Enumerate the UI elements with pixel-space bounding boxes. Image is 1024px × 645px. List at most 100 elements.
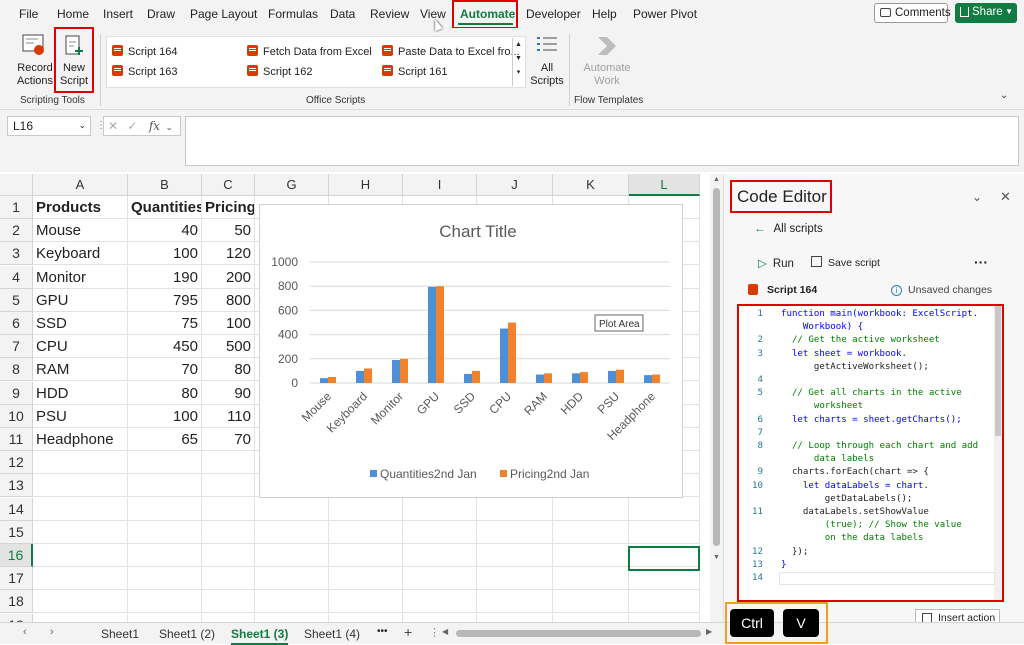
chart[interactable]: Chart Title 0 200 400 600 800 1000 Mouse Keyboar… <box>259 204 683 498</box>
cell[interactable] <box>202 520 255 544</box>
code-line[interactable]: on the data labels <box>781 532 924 545</box>
row-header-3[interactable]: 3 <box>0 242 33 266</box>
cell[interactable] <box>329 497 403 521</box>
code-line[interactable]: let sheet = workbook. <box>781 348 907 361</box>
cell[interactable] <box>128 590 202 614</box>
data-cell[interactable]: 120 <box>202 242 255 266</box>
chevron-right-icon[interactable]: ▶ <box>706 627 712 636</box>
col-header-g[interactable]: G <box>255 174 329 196</box>
tab-help[interactable]: Help <box>592 7 617 21</box>
data-cell[interactable]: 800 <box>202 288 255 312</box>
cell[interactable] <box>255 567 329 591</box>
data-cell[interactable]: 795 <box>128 288 202 312</box>
script-item-162[interactable]: Script 162 <box>247 65 313 78</box>
cell[interactable] <box>33 451 128 475</box>
header-cell[interactable]: Products <box>33 196 128 219</box>
data-cell[interactable]: 450 <box>128 335 202 359</box>
code-line[interactable]: data labels <box>781 453 874 466</box>
row-header-11[interactable]: 11 <box>0 428 33 451</box>
code-line[interactable]: // Loop through each chart and add <box>781 440 978 453</box>
cell[interactable] <box>403 520 477 544</box>
chevron-left-icon[interactable]: ◀ <box>442 627 448 636</box>
data-cell[interactable]: SSD <box>33 312 128 335</box>
name-box[interactable]: L16 ⌄ <box>7 116 91 136</box>
code-line[interactable]: getDataLabels(); <box>781 493 913 506</box>
select-all-corner[interactable] <box>0 174 33 196</box>
data-cell[interactable]: 90 <box>202 381 255 405</box>
tab-data[interactable]: Data <box>330 7 355 21</box>
data-cell[interactable]: 100 <box>128 404 202 428</box>
code-line[interactable]: // Get all charts in the active <box>781 387 962 400</box>
col-header-k[interactable]: K <box>553 174 629 196</box>
row-header-8[interactable]: 8 <box>0 358 33 382</box>
scroll-up-icon[interactable]: ▲ <box>713 176 720 183</box>
col-header-h[interactable]: H <box>329 174 403 196</box>
scroll-thumb[interactable] <box>713 188 720 546</box>
chevron-down-icon[interactable]: ▼ <box>513 52 524 66</box>
code-scroll-thumb[interactable] <box>995 306 1001 436</box>
cell[interactable] <box>202 567 255 591</box>
col-header-b[interactable]: B <box>128 174 202 196</box>
record-actions-button[interactable]: Record Actions <box>14 32 54 90</box>
cell[interactable] <box>33 497 128 521</box>
code-line[interactable]: Workbook) { <box>781 321 863 334</box>
tab-page-layout[interactable]: Page Layout <box>190 7 257 21</box>
data-cell[interactable]: RAM <box>33 358 128 382</box>
chevron-down-icon[interactable]: ⌄ <box>972 190 982 204</box>
row-header-1[interactable]: 1 <box>0 196 33 219</box>
cell[interactable] <box>33 520 128 544</box>
cell[interactable] <box>629 590 700 614</box>
cell[interactable] <box>202 590 255 614</box>
cell[interactable] <box>477 520 553 544</box>
row-header-13[interactable]: 13 <box>0 474 33 498</box>
cell[interactable] <box>255 590 329 614</box>
cell[interactable] <box>477 567 553 591</box>
row-header-16[interactable]: 16 <box>0 544 33 567</box>
row-header-2[interactable]: 2 <box>0 219 33 243</box>
tab-formulas[interactable]: Formulas <box>268 7 318 21</box>
sheet-tab-sheet1-3[interactable]: Sheet1 (3) <box>231 627 289 645</box>
gallery-scroll[interactable]: ▲ ▼ ▾ <box>512 38 524 86</box>
script-item-163[interactable]: Script 163 <box>112 65 178 78</box>
data-cell[interactable]: CPU <box>33 335 128 359</box>
sheet-tab-sheet1-2[interactable]: Sheet1 (2) <box>159 627 215 641</box>
cell[interactable] <box>128 520 202 544</box>
cell[interactable] <box>33 474 128 498</box>
cell[interactable] <box>403 497 477 521</box>
code-line[interactable]: charts.forEach(chart => { <box>781 466 929 479</box>
enter-icon[interactable]: ✓ <box>127 119 137 133</box>
row-header-10[interactable]: 10 <box>0 404 33 428</box>
data-cell[interactable]: 100 <box>202 312 255 335</box>
cell[interactable] <box>128 544 202 567</box>
chevron-right-icon[interactable]: › <box>50 626 54 638</box>
row-header-9[interactable]: 9 <box>0 381 33 405</box>
expand-gallery-icon[interactable]: ▾ <box>513 66 524 80</box>
header-cell[interactable]: Quantities <box>128 196 202 219</box>
data-cell[interactable]: HDD <box>33 381 128 405</box>
cell[interactable] <box>329 567 403 591</box>
row-header-18[interactable]: 18 <box>0 590 33 614</box>
selected-cell-l16[interactable] <box>628 546 700 571</box>
data-cell[interactable]: 70 <box>128 358 202 382</box>
all-scripts-button[interactable]: All Scripts <box>530 32 564 90</box>
data-cell[interactable]: Monitor <box>33 265 128 289</box>
tab-power-pivot[interactable]: Power Pivot <box>633 7 697 21</box>
code-line[interactable]: }); <box>781 546 808 559</box>
cell[interactable] <box>553 497 629 521</box>
back-to-all-scripts[interactable]: ← All scripts <box>754 223 823 235</box>
cell[interactable] <box>202 451 255 475</box>
data-cell[interactable]: 100 <box>128 242 202 266</box>
cell[interactable] <box>255 497 329 521</box>
data-cell[interactable]: Mouse <box>33 219 128 243</box>
script-item-paste-data[interactable]: Paste Data to Excel fro... <box>382 45 520 58</box>
sheet-tab-sheet1[interactable]: Sheet1 <box>101 627 139 641</box>
scroll-down-icon[interactable]: ▼ <box>713 554 720 561</box>
row-header-12[interactable]: 12 <box>0 451 33 475</box>
cell[interactable] <box>202 544 255 567</box>
data-cell[interactable]: 110 <box>202 404 255 428</box>
add-sheet-icon[interactable]: + <box>404 624 412 640</box>
code-line[interactable]: } <box>781 559 786 572</box>
cell[interactable] <box>477 497 553 521</box>
code-line[interactable]: dataLabels.setShowValue <box>781 506 929 519</box>
data-cell[interactable]: Keyboard <box>33 242 128 266</box>
